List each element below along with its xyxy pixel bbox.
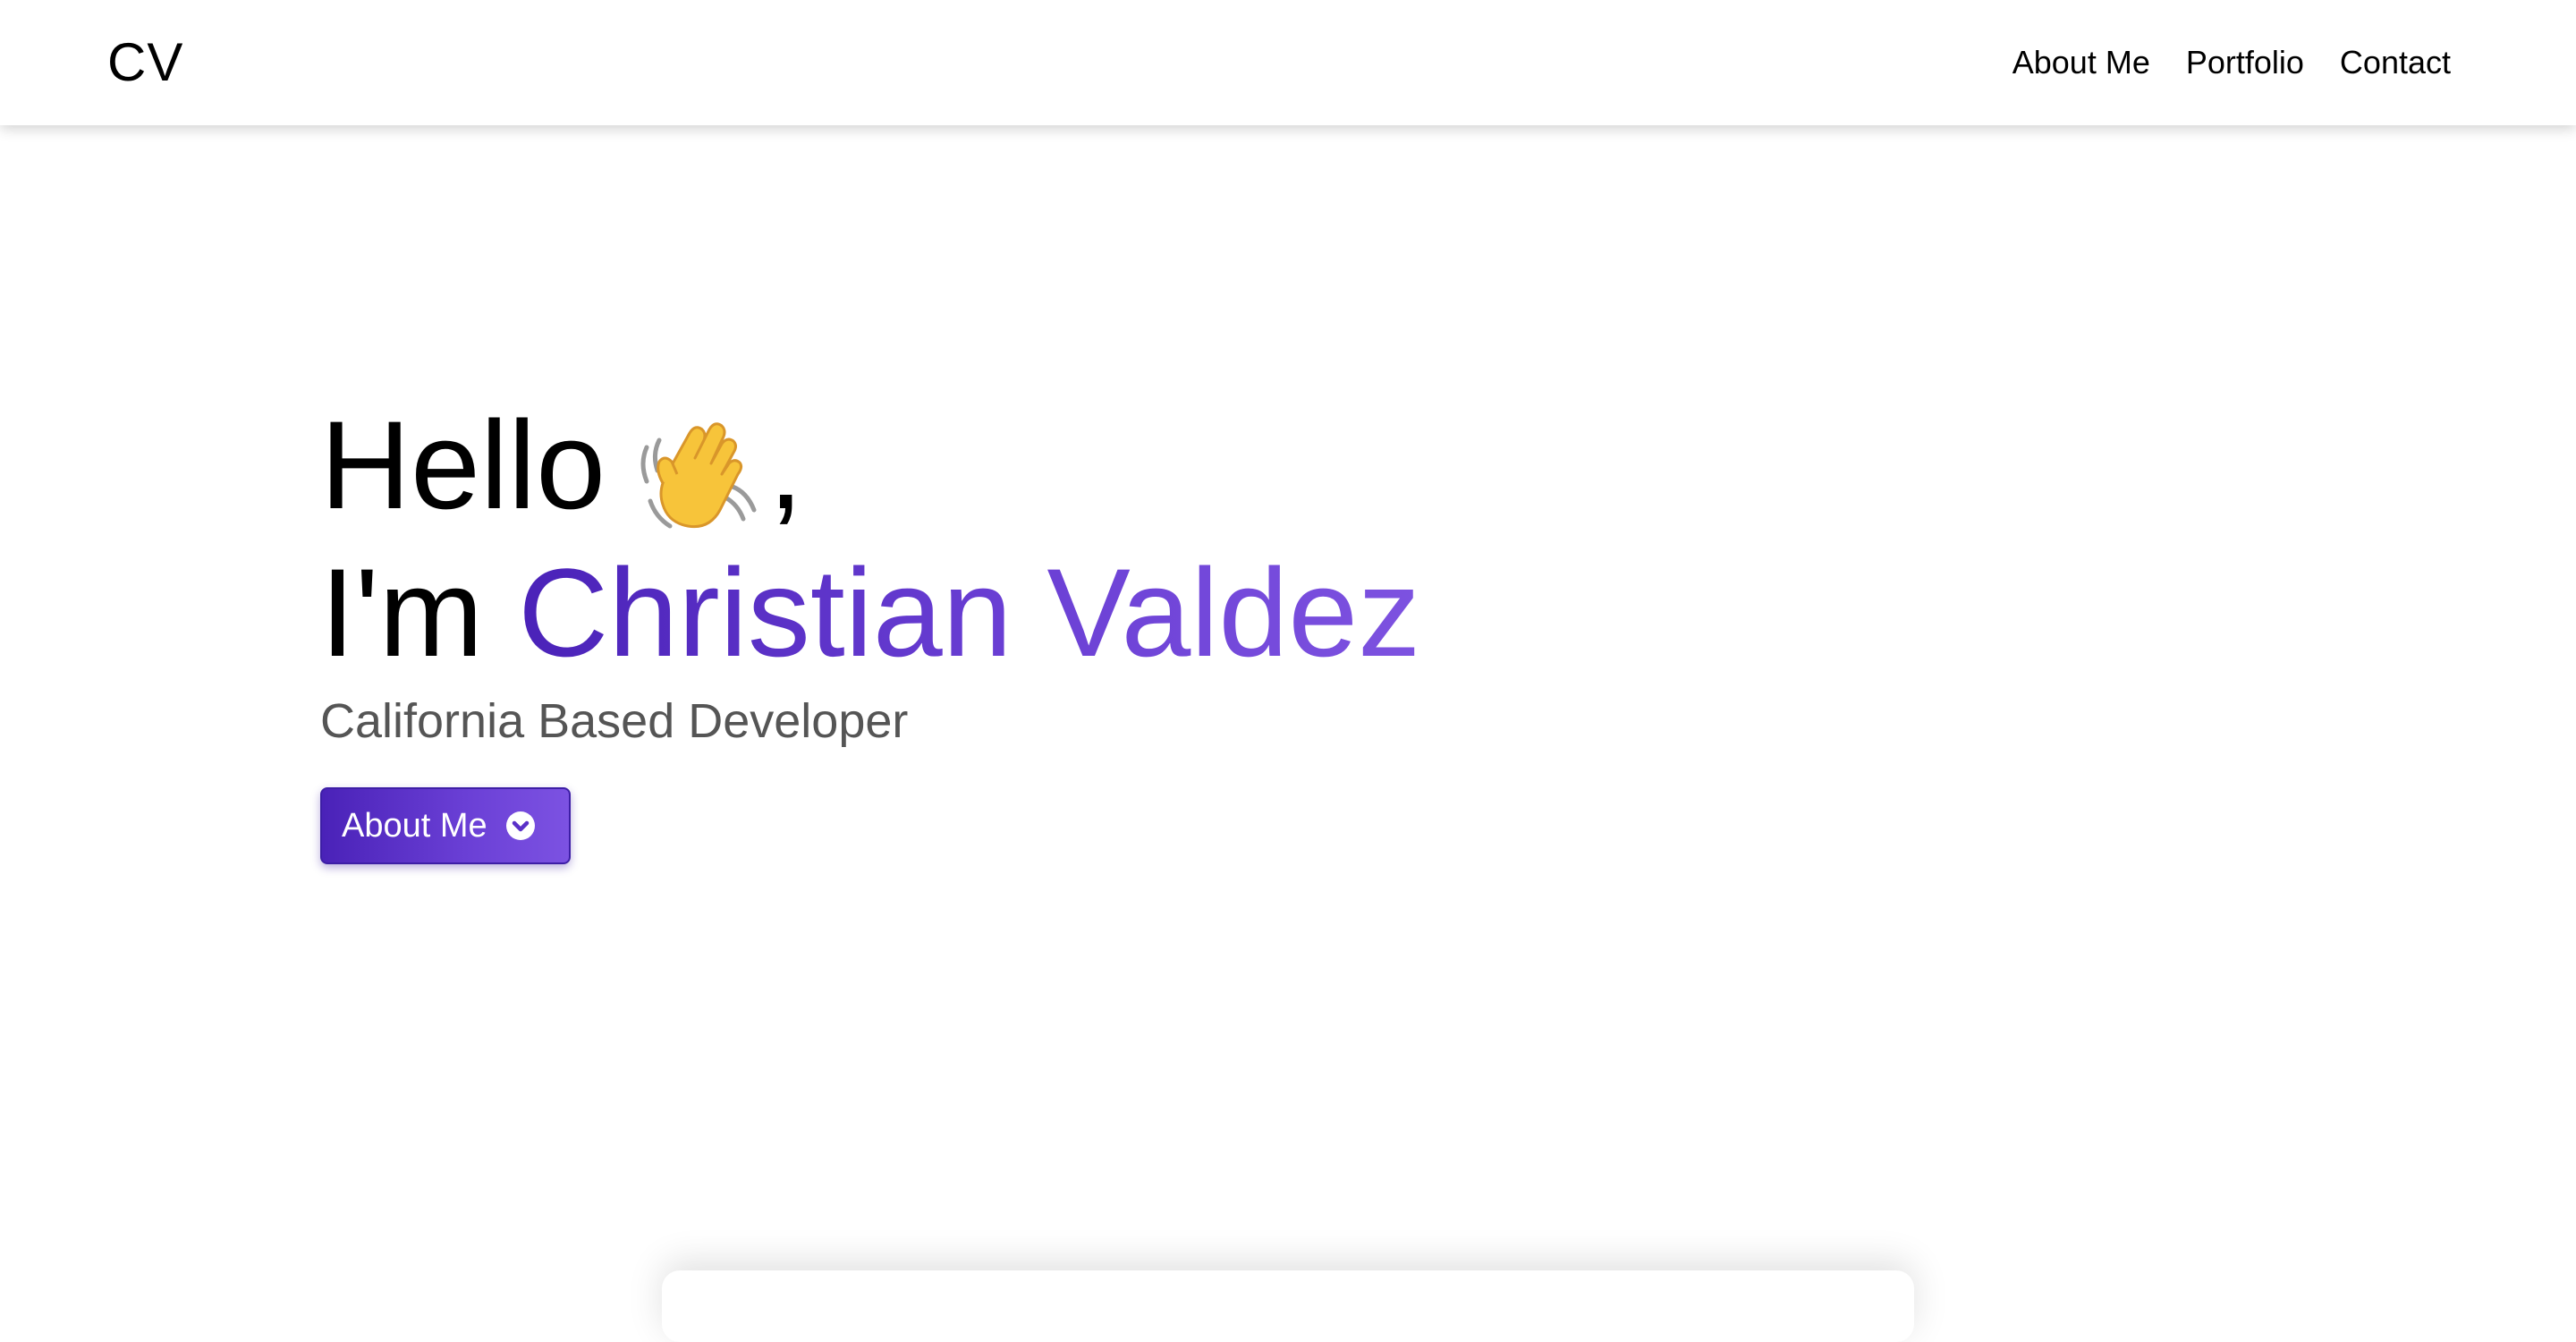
person-name: Christian Valdez — [518, 542, 1421, 683]
hero-section: Hello , I'm Christian Valdez California … — [320, 394, 1420, 750]
top-navbar: CV About Me Portfolio Contact — [0, 0, 2576, 125]
greeting-comma: , — [768, 395, 803, 535]
waving-hand-icon — [632, 412, 767, 537]
nav-link-portfolio[interactable]: Portfolio — [2186, 41, 2304, 84]
nav-links: About Me Portfolio Contact — [2012, 41, 2451, 84]
intro-line: I'm Christian Valdez — [320, 537, 1420, 689]
greeting-text: Hello — [320, 395, 606, 535]
nav-link-about-me[interactable]: About Me — [2012, 41, 2150, 84]
intro-prefix: I'm — [320, 542, 519, 683]
greeting-line: Hello , — [320, 394, 1420, 537]
chevron-down-circle-icon — [505, 811, 536, 841]
next-section-card — [662, 1270, 1914, 1342]
subtitle: California Based Developer — [320, 694, 909, 748]
nav-link-contact[interactable]: Contact — [2340, 41, 2451, 84]
logo[interactable]: CV — [107, 34, 183, 91]
about-me-button[interactable]: About Me — [320, 787, 571, 864]
about-me-button-label: About Me — [342, 807, 487, 845]
